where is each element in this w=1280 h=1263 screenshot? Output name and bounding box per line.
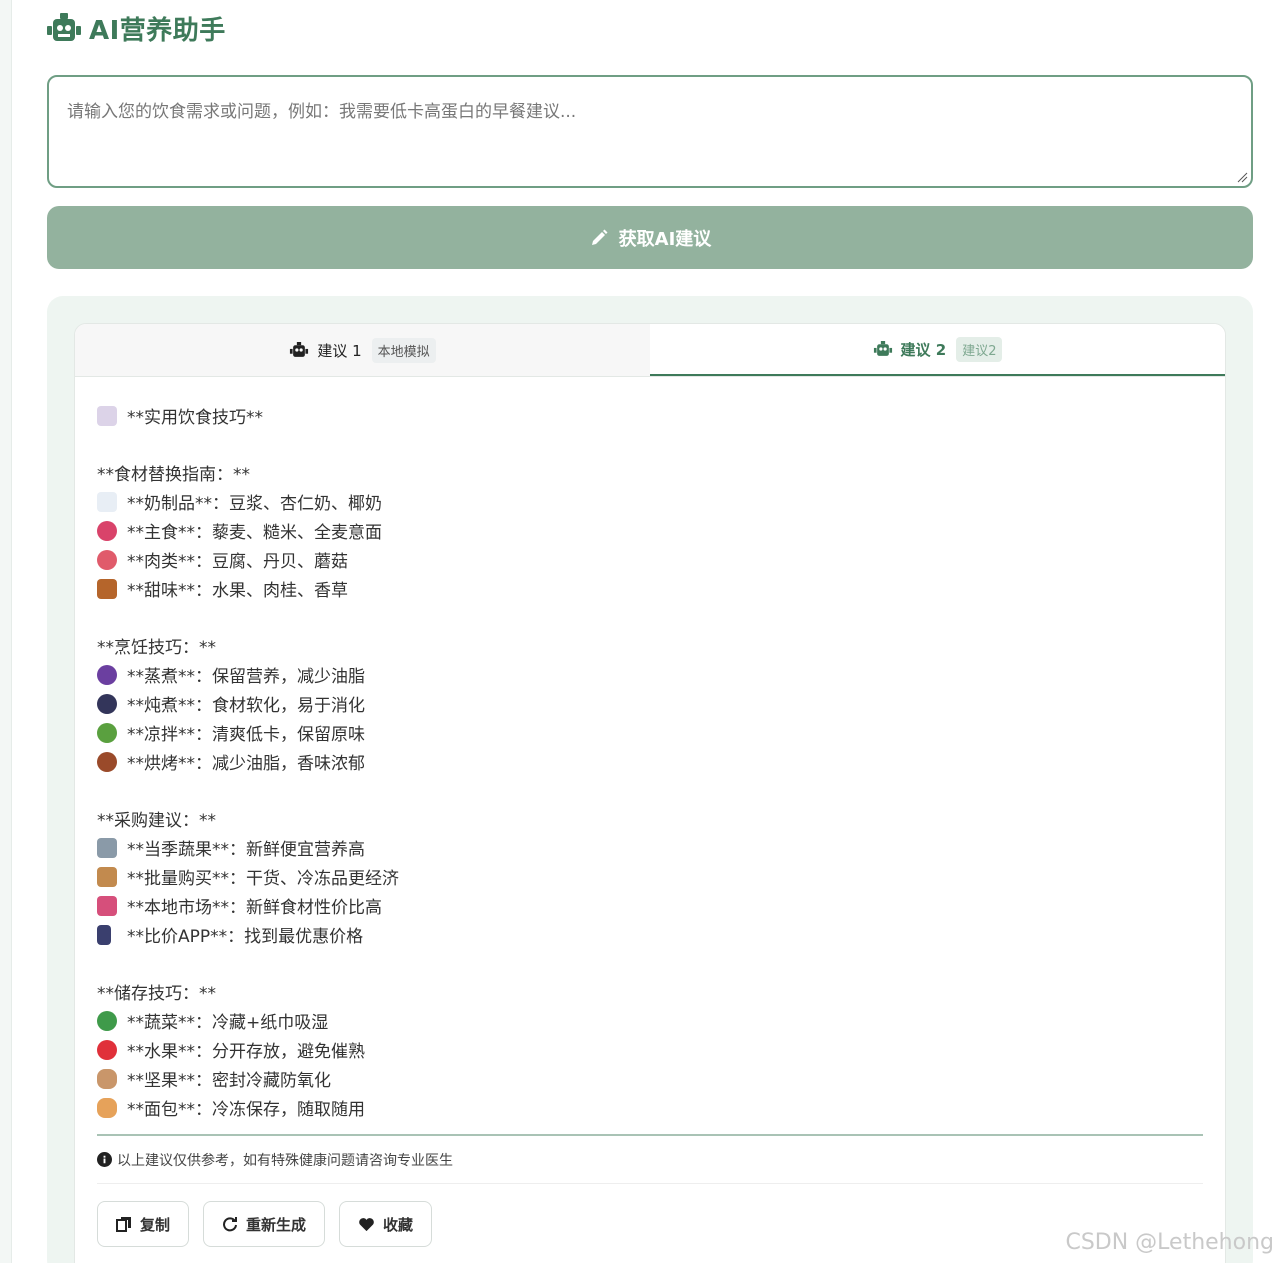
result-panel: 建议 1 本地模拟 建议 2 建议2 **实用饮食技巧** **食材替换指南：*…	[47, 296, 1253, 1263]
list-item-text: **主食**：藜麦、糙米、全麦意面	[127, 523, 382, 543]
pan-egg-icon	[97, 693, 117, 714]
package-icon	[97, 866, 117, 887]
query-input[interactable]	[49, 77, 1251, 186]
list-item-text: **本地市场**：新鲜食材性价比高	[127, 898, 382, 918]
tab-advice-1-label: 建议 1	[317, 341, 362, 360]
watermark: CSDN @Lethehong	[1065, 1230, 1274, 1255]
query-input-box	[47, 75, 1253, 188]
list-item: **凉拌**：清爽低卡，保留原味	[97, 718, 1203, 747]
broccoli-icon	[97, 1010, 117, 1031]
advice-content: **实用饮食技巧** **食材替换指南：** **奶制品**：豆浆、杏仁奶、椰奶…	[75, 377, 1225, 1247]
copy-label: 复制	[140, 1215, 171, 1234]
lettuce-icon	[97, 722, 117, 743]
tab-advice-2-label: 建议 2	[900, 340, 947, 359]
list-item-text: **面包**：冷冻保存，随取随用	[127, 1100, 365, 1120]
section-title: **食材替换指南：**	[97, 465, 250, 485]
pencil-icon	[591, 229, 608, 245]
list-item-text: **比价APP**：找到最优惠价格	[127, 927, 364, 947]
get-ai-advice-label: 获取AI建议	[618, 228, 712, 250]
robot-icon	[47, 13, 81, 41]
baguette-icon	[97, 1097, 117, 1118]
list-item-text: **烘烤**：减少油脂，香味浓郁	[127, 754, 365, 774]
robot-icon	[873, 341, 892, 356]
list-item-text: **奶制品**：豆浆、杏仁奶、椰奶	[127, 494, 382, 514]
list-item: **坚果**：密封冷藏防氧化	[97, 1064, 1203, 1093]
milk-glass-icon	[97, 491, 117, 512]
get-ai-advice-button[interactable]: 获取AI建议	[47, 206, 1253, 269]
section-title: **储存技巧：**	[97, 984, 216, 1004]
list-item: **当季蔬果**：新鲜便宜营养高	[97, 833, 1203, 862]
advice-card: 建议 1 本地模拟 建议 2 建议2 **实用饮食技巧** **食材替换指南：*…	[74, 323, 1226, 1263]
copy-icon	[116, 1217, 131, 1232]
list-item: **蔬菜**：冷藏+纸巾吸湿	[97, 1006, 1203, 1035]
list-item: **奶制品**：豆浆、杏仁奶、椰奶	[97, 487, 1203, 516]
tab-advice-1[interactable]: 建议 1 本地模拟	[75, 324, 650, 376]
list-item-text: **批量购买**：干货、冷冻品更经济	[127, 869, 399, 889]
content-heading-line: **实用饮食技巧**	[97, 401, 1203, 430]
advice-tabs: 建议 1 本地模拟 建议 2 建议2	[75, 324, 1225, 377]
store-icon	[97, 895, 117, 916]
left-edge-strip	[0, 0, 12, 1263]
list-item: **烘烤**：减少油脂，香味浓郁	[97, 747, 1203, 776]
phone-icon	[97, 924, 111, 945]
list-item-text: **水果**：分开存放，避免催熟	[127, 1042, 365, 1062]
tab-advice-2-badge: 建议2	[956, 336, 1003, 362]
tab-advice-2[interactable]: 建议 2 建议2	[650, 324, 1225, 376]
favorite-label: 收藏	[383, 1215, 414, 1234]
list-item: **本地市场**：新鲜食材性价比高	[97, 891, 1203, 920]
apple-icon	[97, 1039, 117, 1060]
magnifier-icon	[97, 664, 117, 685]
heart-icon	[359, 1217, 374, 1231]
list-item: **主食**：藜麦、糙米、全麦意面	[97, 516, 1203, 545]
honey-pot-icon	[97, 578, 117, 599]
list-item-text: **甜味**：水果、肉桂、香草	[127, 581, 348, 601]
copy-button[interactable]: 复制	[97, 1201, 190, 1247]
robot-icon	[290, 342, 309, 357]
list-item: **面包**：冷冻保存，随取随用	[97, 1093, 1203, 1122]
list-item: **炖煮**：食材软化，易于消化	[97, 689, 1203, 718]
shopping-cart-icon	[97, 837, 117, 858]
list-item: **甜味**：水果、肉桂、香草	[97, 574, 1203, 603]
drumstick-icon	[97, 751, 117, 772]
list-item: **水果**：分开存放，避免催熟	[97, 1035, 1203, 1064]
tab-advice-1-badge: 本地模拟	[371, 337, 436, 363]
regenerate-label: 重新生成	[246, 1215, 307, 1234]
resize-handle-icon[interactable]	[1236, 171, 1248, 183]
disclaimer-note: 以上建议仅供参考，如有特殊健康问题请咨询专业医生	[97, 1136, 1203, 1184]
app-title: AI营养助手	[89, 15, 226, 46]
meat-icon	[97, 549, 117, 570]
section-title: **烹饪技巧：**	[97, 638, 216, 658]
list-item-text: **蒸煮**：保留营养，减少油脂	[127, 667, 365, 687]
action-bar: 复制 重新生成 收藏	[97, 1201, 1203, 1247]
refresh-icon	[223, 1217, 238, 1232]
list-item-text: **蔬菜**：冷藏+纸巾吸湿	[127, 1013, 329, 1033]
content-heading: **实用饮食技巧**	[127, 408, 263, 428]
info-icon	[97, 1152, 112, 1167]
rice-bowl-icon	[97, 520, 117, 541]
disclaimer-text: 以上建议仅供参考，如有特殊健康问题请咨询专业医生	[117, 1152, 453, 1169]
list-item: **比价APP**：找到最优惠价格	[97, 920, 1203, 949]
list-item-text: **坚果**：密封冷藏防氧化	[127, 1071, 331, 1091]
favorite-button[interactable]: 收藏	[339, 1201, 433, 1247]
list-item: **蒸煮**：保留营养，减少油脂	[97, 660, 1203, 689]
app-header: AI营养助手	[47, 0, 1253, 56]
list-item: **肉类**：豆腐、丹贝、蘑菇	[97, 545, 1203, 574]
list-item-text: **凉拌**：清爽低卡，保留原味	[127, 725, 365, 745]
list-item-text: **当季蔬果**：新鲜便宜营养高	[127, 840, 365, 860]
section-title: **采购建议：**	[97, 811, 216, 831]
peanut-icon	[97, 1068, 117, 1089]
list-item: **批量购买**：干货、冷冻品更经济	[97, 862, 1203, 891]
list-item-text: **炖煮**：食材软化，易于消化	[127, 696, 365, 716]
regenerate-button[interactable]: 重新生成	[203, 1201, 326, 1247]
app-container: AI营养助手 获取AI建议	[47, 0, 1253, 1263]
list-item-text: **肉类**：豆腐、丹贝、蘑菇	[127, 552, 348, 572]
plate-cutlery-icon	[97, 405, 117, 426]
